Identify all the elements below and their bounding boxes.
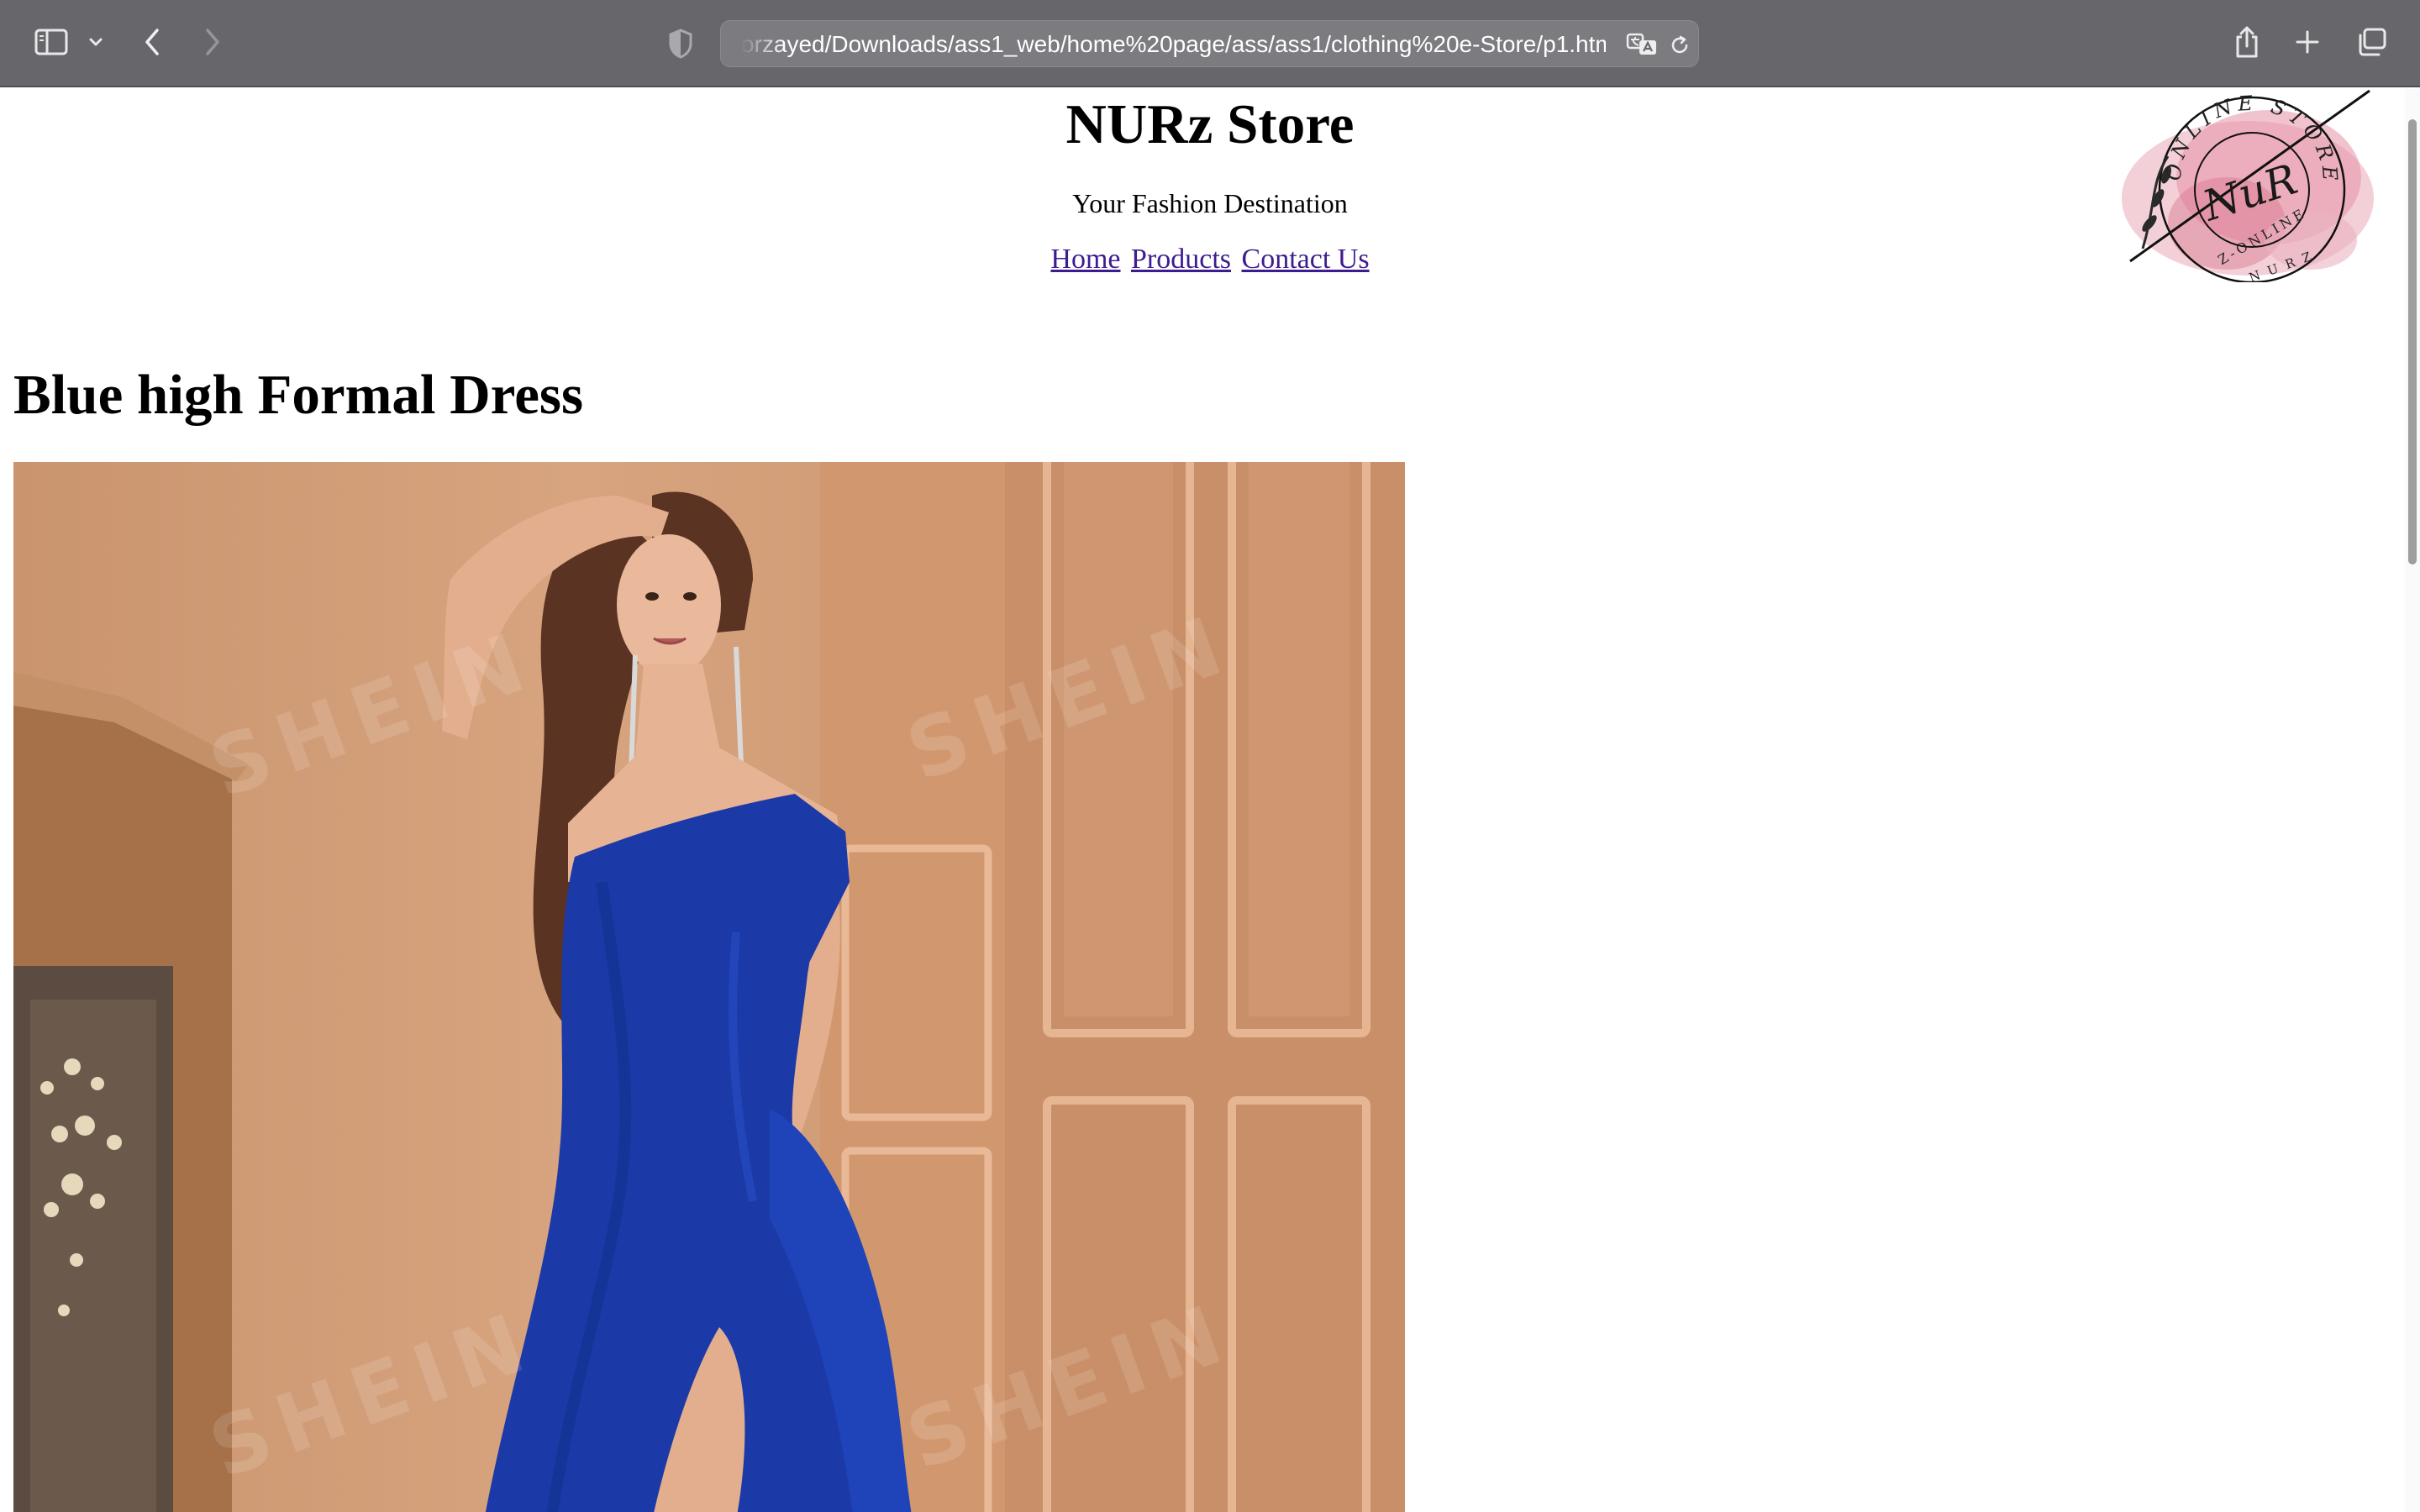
sidebar-toggle-icon[interactable] (32, 25, 71, 59)
watermark-text: SHEIN (198, 612, 547, 816)
new-tab-icon[interactable] (2292, 27, 2323, 57)
watermark-text: SHEIN (198, 1293, 547, 1496)
url-text[interactable]: orzayed/Downloads/ass1_web/home%20page/a… (741, 21, 1606, 68)
site-tagline: Your Fashion Destination (1072, 188, 1348, 218)
chevron-down-icon[interactable] (86, 32, 106, 52)
back-icon[interactable] (139, 25, 165, 59)
privacy-shield-icon[interactable] (666, 27, 696, 60)
address-bar[interactable]: orzayed/Downloads/ass1_web/home%20page/a… (720, 20, 1699, 67)
share-icon[interactable] (2230, 24, 2264, 60)
page-content: NURz Store Your Fashion Destination Home… (0, 89, 2405, 1512)
site-title: NURz Store (1065, 93, 1355, 155)
store-logo: ONLINE STORE NuR Z-ONLINE NURZ (2092, 89, 2395, 286)
nav-link-home[interactable]: Home (1050, 244, 1120, 275)
product-image: SHEIN SHEIN SHEIN SHEIN (13, 462, 1405, 1512)
nav-link-contact-us[interactable]: Contact Us (1242, 244, 1370, 275)
forward-icon[interactable] (200, 25, 225, 59)
page-scrollbar[interactable] (2405, 89, 2420, 1512)
nav-link-products[interactable]: Products (1131, 244, 1231, 275)
tab-overview-icon[interactable] (2354, 25, 2388, 59)
main-nav: Home Products Contact Us (0, 244, 2405, 276)
reload-icon[interactable] (1667, 33, 1692, 58)
scrollbar-thumb[interactable] (2408, 119, 2417, 564)
browser-toolbar: orzayed/Downloads/ass1_web/home%20page/a… (0, 0, 2420, 87)
translate-icon[interactable] (1625, 29, 1659, 60)
product-title: Blue high Formal Dress (13, 364, 584, 426)
